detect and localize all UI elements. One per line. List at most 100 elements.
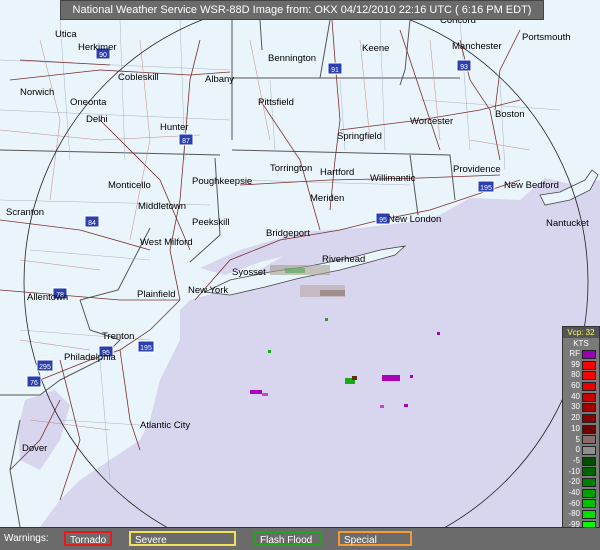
legend-row-label: -20 <box>568 477 580 487</box>
city-label: Meriden <box>310 193 344 204</box>
city-label: Syosset <box>232 267 266 278</box>
city-label: Willimantic <box>370 173 416 184</box>
radar-frame: 90 91 93 87 84 95 78 195 295 195 95 76 U… <box>0 0 600 550</box>
city-label: Delhi <box>86 114 108 125</box>
legend-row-label: 60 <box>571 381 580 391</box>
city-label: Scranton <box>6 207 44 218</box>
legend-row-label: 30 <box>571 402 580 412</box>
legend-row-label: 20 <box>571 413 580 423</box>
highway-shield: 295 <box>36 359 54 372</box>
city-label: Boston <box>495 109 525 120</box>
ocean <box>40 178 600 527</box>
city-label: Riverhead <box>322 254 365 265</box>
vcp-label: Vcp: 32 <box>563 327 599 338</box>
legend-row-label: 5 <box>575 434 580 444</box>
city-label: Nantucket <box>546 218 589 229</box>
city-label: Philadelphia <box>64 352 116 363</box>
warnings-label: Warnings: <box>4 533 49 544</box>
legend-row-label: 80 <box>571 370 580 380</box>
legend-color-swatch <box>582 478 596 488</box>
svg-text:195: 195 <box>480 185 492 192</box>
svg-text:90: 90 <box>99 52 107 59</box>
city-label: Herkimer <box>78 42 117 53</box>
city-label: Torrington <box>270 163 312 174</box>
svg-text:87: 87 <box>182 138 190 145</box>
city-label: Bridgeport <box>266 228 310 239</box>
legend-row-label: RF <box>569 349 580 358</box>
legend-row: 40 <box>563 392 599 403</box>
legend-row-label: -60 <box>568 498 580 508</box>
city-label: Hartford <box>320 167 354 178</box>
city-label: New London <box>388 214 441 225</box>
city-label: Plainfield <box>137 289 176 300</box>
legend-row: 60 <box>563 381 599 392</box>
legend-row: -20 <box>563 477 599 488</box>
image-title: National Weather Service WSR-88D Image f… <box>60 0 544 20</box>
city-label: Cobleskill <box>118 72 159 83</box>
legend-row-label: -5 <box>572 455 580 465</box>
legend-color-swatch <box>582 349 596 359</box>
legend-color-swatch <box>582 435 596 445</box>
legend-row-label: 99 <box>571 359 580 369</box>
city-label: Utica <box>55 29 77 40</box>
legend-color-swatch <box>582 467 596 477</box>
legend-color-swatch <box>582 403 596 413</box>
highway-shield: 93 <box>456 59 472 72</box>
city-label: West Milford <box>140 237 193 248</box>
highway-shield: 195 <box>137 340 155 353</box>
city-label: Middletown <box>138 201 186 212</box>
legend-row: RF <box>563 349 599 360</box>
legend-row: 10 <box>563 424 599 435</box>
units-label: KTS <box>573 339 589 348</box>
legend-color-swatch <box>582 510 596 520</box>
legend-row: 80 <box>563 370 599 381</box>
legend-color-swatch <box>582 413 596 423</box>
city-label: Oneonta <box>70 97 107 108</box>
city-label: Springfield <box>337 131 382 142</box>
legend-color-swatch <box>582 456 596 466</box>
legend-color-swatch <box>582 499 596 509</box>
legend-row: 20 <box>563 413 599 424</box>
special-marine-warning-key: Special Marine <box>338 531 412 546</box>
legend-row-label: -10 <box>568 466 580 476</box>
svg-text:93: 93 <box>460 64 468 71</box>
radar-map: 90 91 93 87 84 95 78 195 295 195 95 76 U… <box>0 0 600 527</box>
svg-text:95: 95 <box>379 217 387 224</box>
city-label: New Bedford <box>504 180 559 191</box>
legend-color-swatch <box>582 424 596 434</box>
highway-shield: 87 <box>178 133 194 146</box>
svg-text:195: 195 <box>140 345 152 352</box>
legend-row: -5 <box>563 456 599 467</box>
city-label: Trenton <box>102 331 134 342</box>
highway-shield: 195 <box>477 180 495 193</box>
legend-row: 99 <box>563 360 599 371</box>
city-label: Norwich <box>20 87 54 98</box>
svg-text:76: 76 <box>30 380 38 387</box>
city-label: Providence <box>453 164 501 175</box>
city-label: Hunter <box>160 122 189 133</box>
legend-row-label: 40 <box>571 391 580 401</box>
legend-row-label: 10 <box>571 423 580 433</box>
city-label: Worcester <box>410 116 453 127</box>
city-label: Atlantic City <box>140 420 190 431</box>
legend-row-label: -40 <box>568 487 580 497</box>
city-label: Keene <box>362 43 389 54</box>
highway-shield: 84 <box>84 215 100 228</box>
svg-text:295: 295 <box>39 364 51 371</box>
city-label: Poughkeepsie <box>192 176 252 187</box>
city-label: Monticello <box>108 180 151 191</box>
legend-color-swatch <box>582 392 596 402</box>
flash-flood-warning-key: Flash Flood <box>254 531 322 546</box>
city-label: Pittsfield <box>258 97 294 108</box>
city-label: Allentown <box>27 292 68 303</box>
city-label: Bennington <box>268 53 316 64</box>
city-label: Albany <box>205 74 234 85</box>
svg-text:91: 91 <box>331 67 339 74</box>
legend-row-label: 0 <box>575 445 580 455</box>
legend-row: -10 <box>563 467 599 478</box>
legend-color-swatch <box>582 360 596 370</box>
warnings-bar: Warnings: Tornado Severe Thunderstorm Fl… <box>0 527 600 550</box>
legend-color-swatch <box>582 446 596 456</box>
svg-text:84: 84 <box>88 220 96 227</box>
tornado-warning-key: Tornado <box>64 531 112 546</box>
